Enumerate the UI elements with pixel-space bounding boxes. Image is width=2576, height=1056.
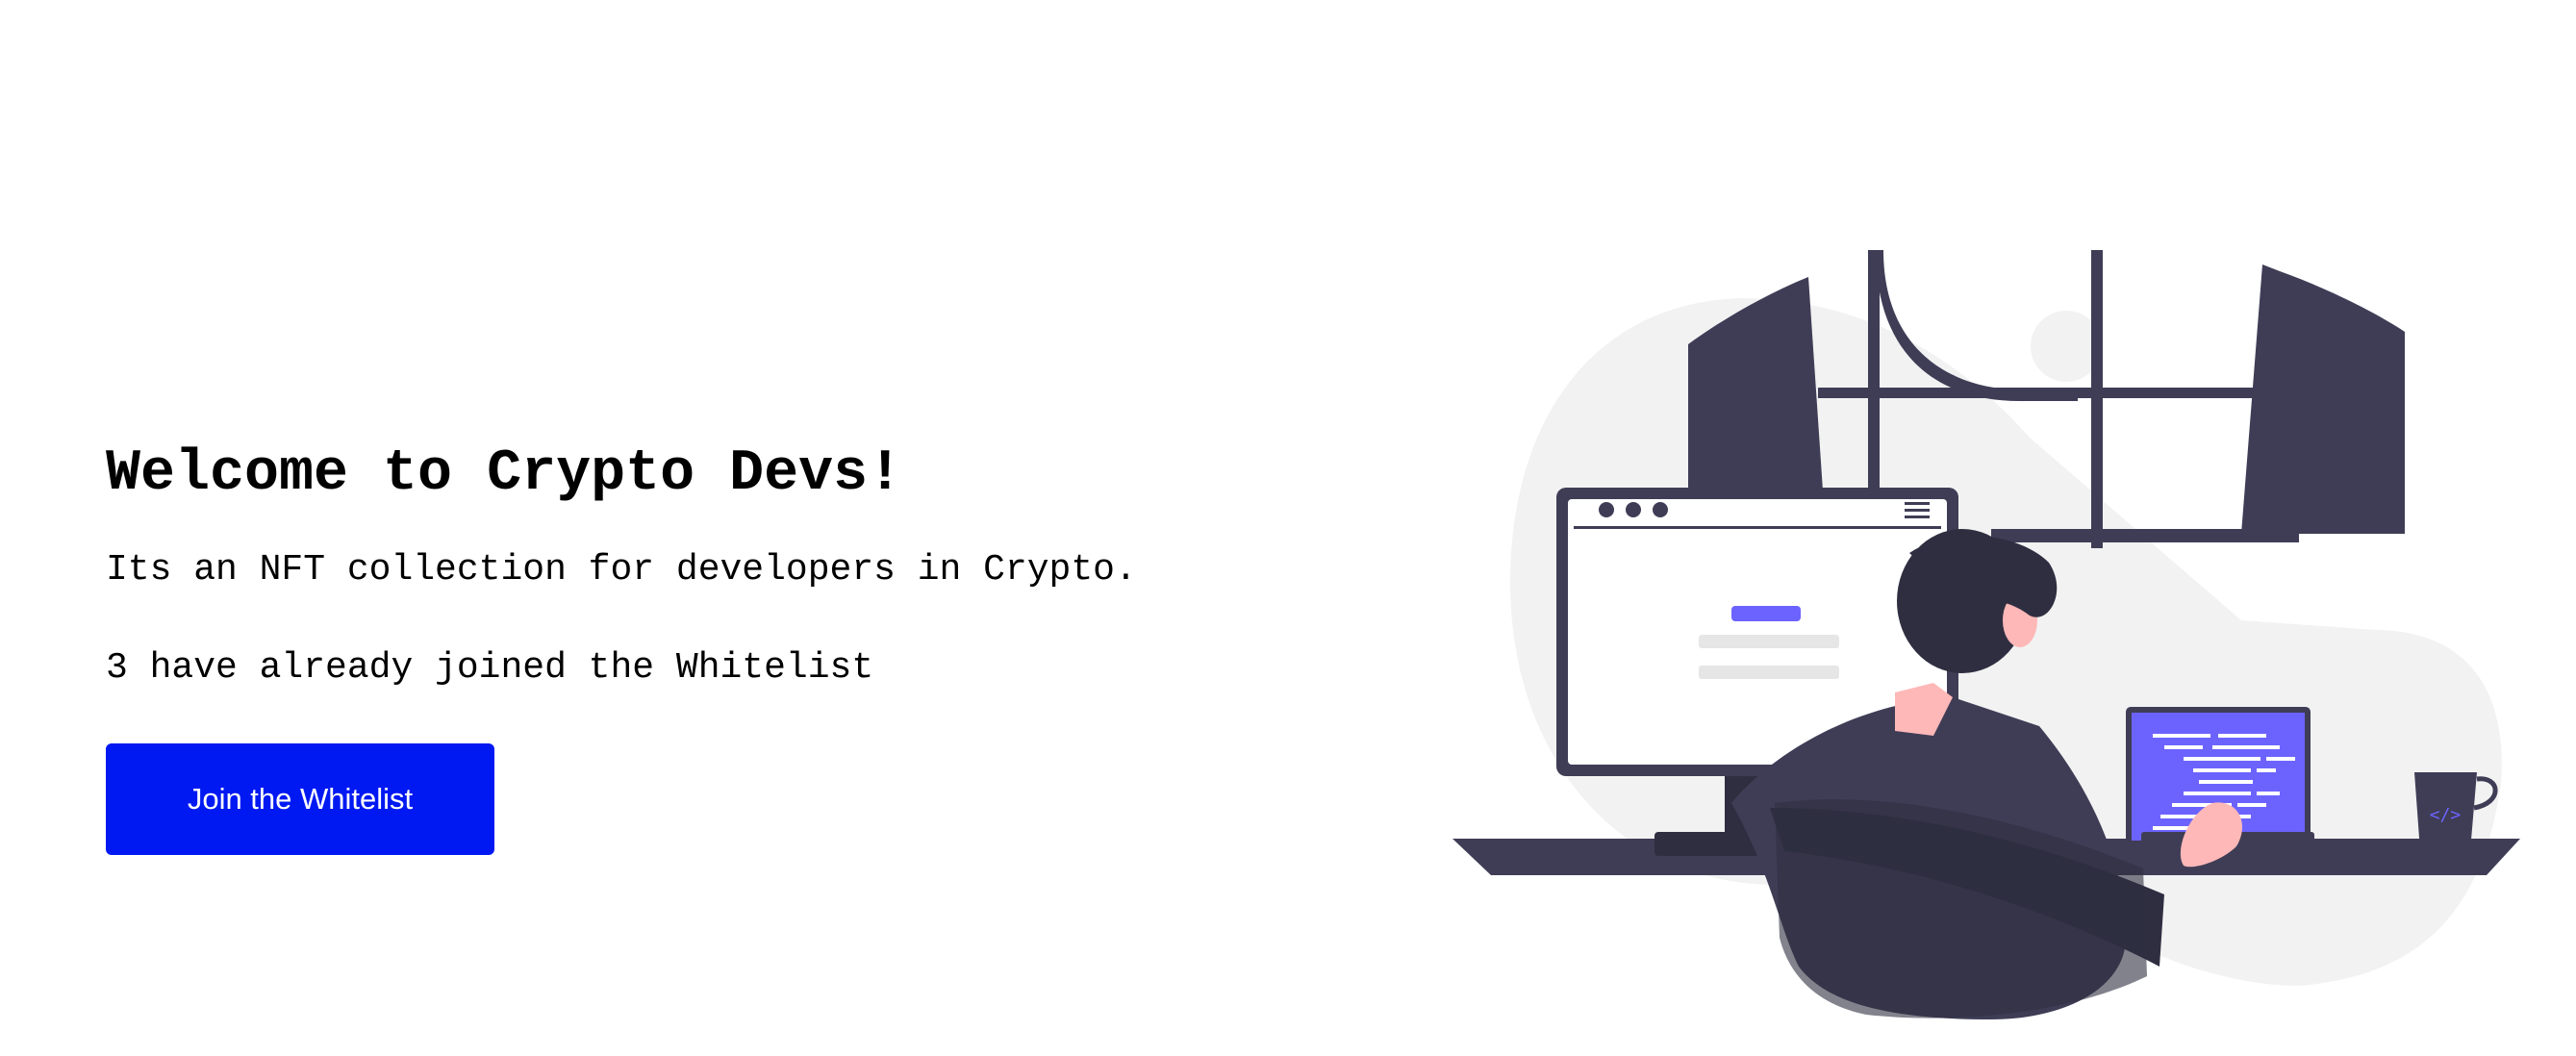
page: Welcome to Crypto Devs! Its an NFT colle… — [0, 0, 2576, 1056]
join-whitelist-button[interactable]: Join the Whitelist — [106, 743, 494, 855]
whitelist-count-text: 3 have already joined the Whitelist — [106, 647, 874, 689]
developer-illustration: </> — [1452, 250, 2520, 1019]
svg-text:</>: </> — [2430, 805, 2462, 825]
collection-description: Its an NFT collection for developers in … — [106, 549, 1137, 591]
hero-section: Welcome to Crypto Devs! Its an NFT colle… — [106, 438, 1356, 855]
page-title: Welcome to Crypto Devs! — [106, 441, 903, 507]
background-dot-shape — [2031, 311, 2102, 382]
